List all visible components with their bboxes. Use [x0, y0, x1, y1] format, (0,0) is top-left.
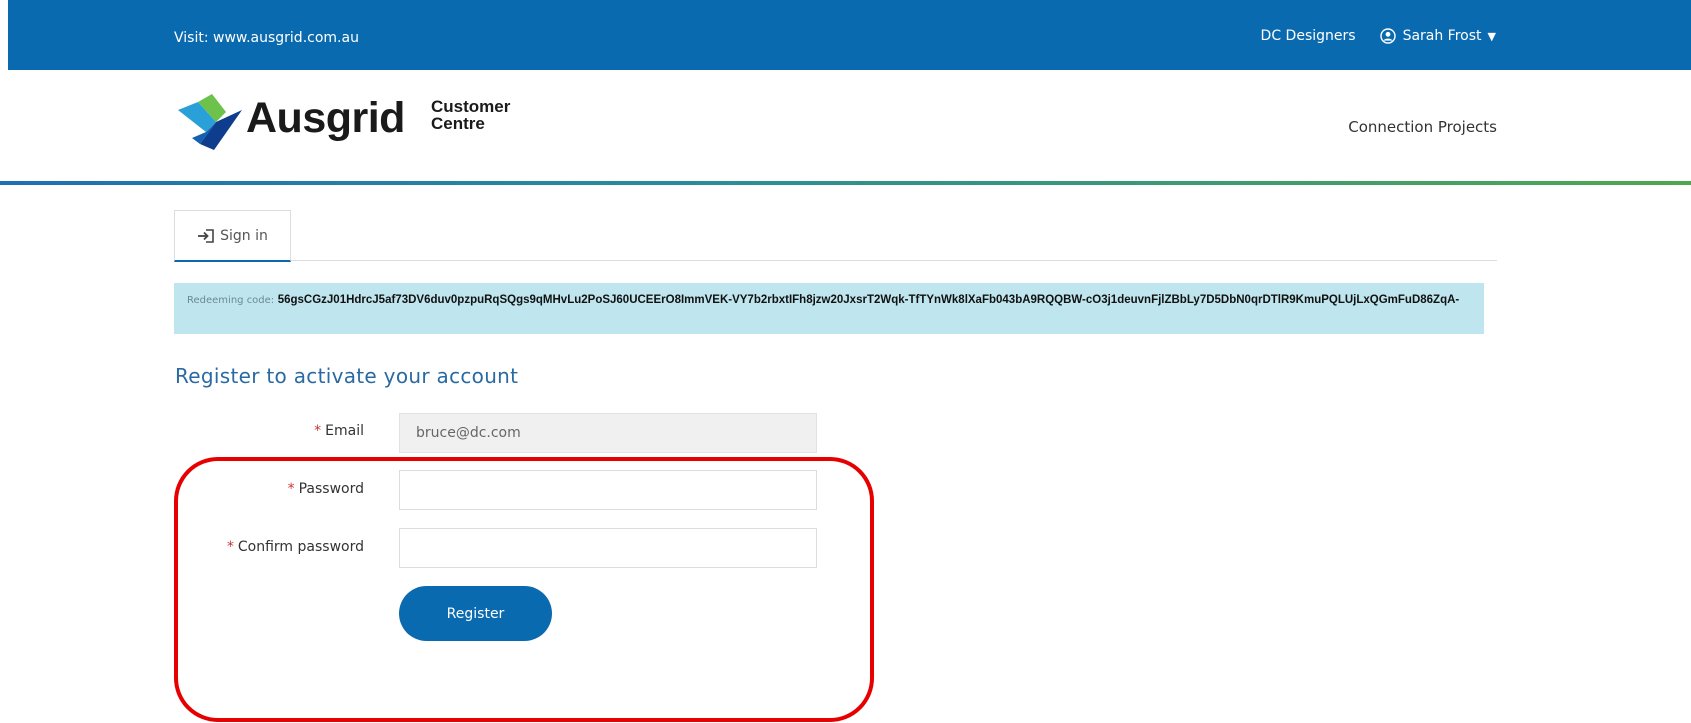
email-label-text: Email — [325, 423, 364, 439]
required-mark: * — [226, 539, 234, 555]
email-label: * Email — [314, 423, 364, 439]
ausgrid-logo[interactable]: Ausgrid Customer Centre — [176, 92, 536, 154]
user-name: Sarah Frost — [1402, 28, 1482, 44]
required-mark: * — [314, 423, 322, 439]
password-field[interactable] — [399, 470, 817, 510]
top-bar: Visit: www.ausgrid.com.au DC Designers S… — [8, 0, 1691, 70]
top-bar-right: DC Designers Sarah Frost ▼ — [1261, 28, 1496, 44]
tab-sign-in-label: Sign in — [220, 227, 268, 244]
confirm-password-field[interactable] — [399, 528, 817, 568]
organization-link[interactable]: DC Designers — [1261, 28, 1356, 44]
ausgrid-logo-mark-icon — [178, 94, 242, 150]
user-circle-icon — [1379, 28, 1396, 44]
tab-sign-in[interactable]: Sign in — [174, 210, 291, 262]
logo-subtitle-line2: Centre — [431, 114, 485, 133]
redeem-code-value: 56gsCGzJ01HdrcJ5af73DV6duv0pzpuRqSQgs9qM… — [277, 294, 1460, 306]
email-field[interactable] — [399, 413, 817, 453]
password-label-text: Password — [298, 481, 364, 497]
header-divider — [0, 181, 1691, 185]
user-menu[interactable]: Sarah Frost ▼ — [1379, 28, 1496, 44]
form-title: Register to activate your account — [175, 364, 519, 388]
visit-text: Visit: www.ausgrid.com.au — [174, 30, 359, 46]
redeem-code-alert: Redeeming code: 56gsCGzJ01HdrcJ5af73DV6d… — [174, 283, 1484, 334]
redeem-code-label: Redeeming code: — [187, 295, 275, 306]
connection-projects-link[interactable]: Connection Projects — [1348, 118, 1497, 136]
caret-down-icon: ▼ — [1487, 29, 1496, 43]
logo-wordmark: Ausgrid — [246, 94, 405, 142]
tab-bar: Sign in — [174, 210, 1497, 262]
confirm-password-label-text: Confirm password — [237, 539, 364, 555]
confirm-password-label: * Confirm password — [227, 539, 364, 555]
register-button[interactable]: Register — [399, 586, 552, 641]
logo-subtitle: Customer Centre — [431, 98, 510, 132]
sign-in-icon — [198, 228, 214, 243]
visit-label: Visit: — [174, 30, 209, 46]
password-label: * Password — [288, 481, 364, 497]
required-mark: * — [287, 481, 295, 497]
visit-link[interactable]: www.ausgrid.com.au — [213, 30, 359, 46]
